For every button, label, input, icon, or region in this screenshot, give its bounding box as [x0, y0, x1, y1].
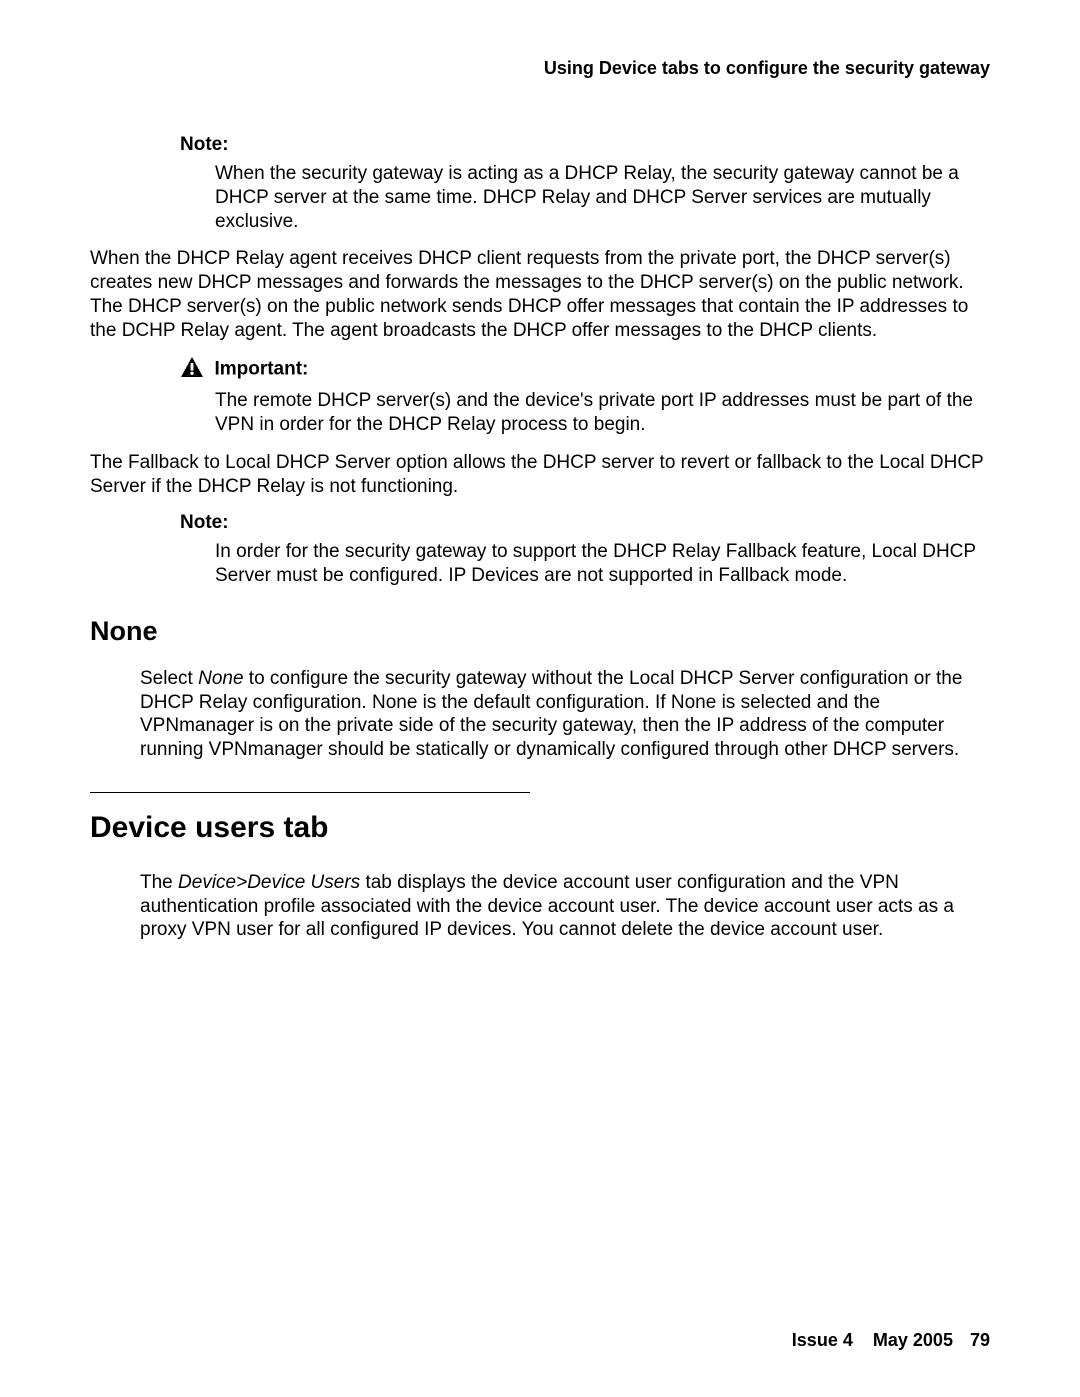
none-para-italic: None	[198, 668, 243, 689]
device-users-para-prefix: The	[140, 872, 178, 893]
running-header: Using Device tabs to configure the secur…	[90, 58, 990, 79]
page-footer: Issue 4 May 2005 79	[792, 1330, 990, 1351]
none-para-rest: to configure the security gateway withou…	[140, 668, 962, 760]
section-rule	[90, 792, 530, 793]
paragraph-fallback: The Fallback to Local DHCP Server option…	[90, 451, 990, 499]
note-body-1: When the security gateway is acting as a…	[215, 162, 982, 233]
note-body-2: In order for the security gateway to sup…	[215, 540, 982, 588]
paragraph-none: Select None to configure the security ga…	[140, 667, 990, 762]
note-label-2: Note:	[180, 512, 990, 534]
important-label: Important:	[214, 359, 308, 380]
note-label-1: Note:	[180, 134, 990, 156]
paragraph-device-users: The Device>Device Users tab displays the…	[140, 871, 990, 942]
paragraph-dhcp-relay: When the DHCP Relay agent receives DHCP …	[90, 247, 990, 342]
none-para-prefix: Select	[140, 668, 198, 689]
footer-issue: Issue 4	[792, 1330, 853, 1350]
important-row: Important:	[180, 356, 990, 383]
device-users-para-italic: Device>Device Users	[178, 872, 360, 893]
heading-none: None	[90, 616, 990, 647]
heading-device-users-tab: Device users tab	[90, 811, 990, 845]
warning-triangle-icon	[180, 356, 204, 383]
footer-date: May 2005	[873, 1330, 953, 1350]
important-body: The remote DHCP server(s) and the device…	[215, 389, 982, 437]
footer-page-number: 79	[970, 1330, 990, 1350]
page: Using Device tabs to configure the secur…	[0, 0, 1080, 1397]
